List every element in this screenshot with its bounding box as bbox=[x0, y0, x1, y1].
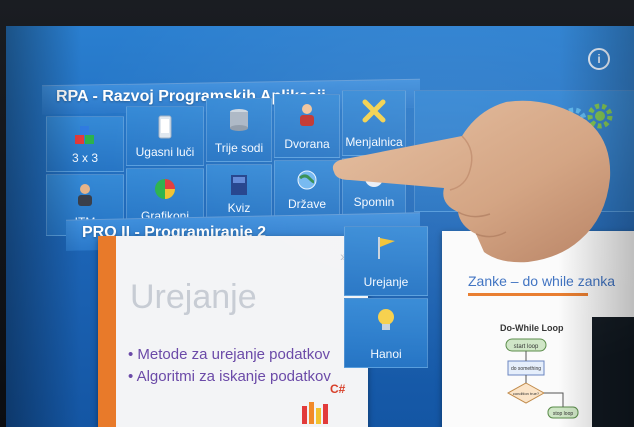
slide-accent-bar bbox=[98, 236, 116, 427]
book-icon bbox=[231, 175, 247, 195]
bulb-icon bbox=[378, 309, 394, 330]
tile-menjalnica[interactable]: Menjalnica bbox=[342, 90, 406, 156]
tile-3x3[interactable]: 3 x 3 bbox=[46, 116, 124, 172]
person-icon bbox=[78, 184, 92, 206]
slide-bullet-text: Metode za urejanje podatkov bbox=[137, 346, 331, 363]
tile-label: Ugasni luči bbox=[135, 145, 195, 159]
flag-icon bbox=[378, 237, 395, 259]
code-snippet-dark bbox=[592, 317, 634, 427]
tile-label: Trije sodi bbox=[214, 141, 264, 155]
tile-label: Kviz bbox=[227, 201, 251, 215]
tile-label: Dvorana bbox=[284, 137, 330, 151]
flowchart-diagram: start loop do something condition true? … bbox=[505, 338, 579, 419]
tile-trije-sodi[interactable]: Trije sodi bbox=[206, 98, 272, 162]
do-while-preview-slide[interactable]: Zanke – do while zanka Do-While Loop sta… bbox=[442, 231, 634, 427]
tile-label: 3 x 3 bbox=[71, 151, 98, 165]
phone-icon bbox=[158, 115, 172, 139]
barrels-icon bbox=[230, 109, 248, 131]
gear-icon bbox=[561, 107, 587, 133]
cubes-icon bbox=[75, 126, 94, 144]
gear-icon bbox=[587, 103, 613, 129]
info-icon: i bbox=[597, 52, 601, 66]
tile-kviz[interactable]: Kviz bbox=[206, 164, 272, 222]
touch-screen: i RPA - Razvoj Programskih Aplikacij 3 x… bbox=[6, 26, 634, 427]
flow-label: stop loop bbox=[553, 411, 574, 417]
cross-tools-icon bbox=[362, 99, 386, 123]
urejanje-preview-slide[interactable]: ››› Urejanje • Metode za urejanje podatk… bbox=[98, 236, 368, 427]
slide-bullet: • Metode za urejanje podatkov bbox=[128, 346, 331, 363]
pie-chart-icon bbox=[155, 179, 175, 199]
slide-bullet-text: Algoritmi za iskanje podatkov bbox=[136, 368, 331, 385]
person-icon bbox=[300, 104, 314, 126]
tile-label: Države bbox=[287, 197, 326, 211]
tile-label: Hanoi bbox=[370, 347, 402, 361]
memory-icon bbox=[365, 169, 383, 187]
tile-dvorana[interactable]: Dvorana bbox=[274, 94, 340, 158]
tile-label: Spomin bbox=[353, 195, 395, 209]
tile-ugasni-luci[interactable]: Ugasni luči bbox=[126, 106, 204, 166]
info-button[interactable]: i bbox=[588, 48, 610, 70]
slide-underline bbox=[468, 293, 588, 296]
tile-label: Menjalnica bbox=[345, 135, 403, 149]
tile-label: Urejanje bbox=[363, 275, 409, 289]
slide-bullet: • Algoritmi za iskanje podatkov bbox=[128, 368, 331, 385]
diagram-title: Do-While Loop bbox=[500, 323, 564, 333]
slide-heading: Urejanje bbox=[130, 278, 257, 316]
tile-drzave[interactable]: Države bbox=[274, 160, 340, 218]
flow-label: do something bbox=[511, 366, 541, 372]
flow-label: start loop bbox=[514, 344, 539, 350]
flow-label: condition true? bbox=[513, 391, 540, 396]
right-panel bbox=[414, 90, 634, 212]
slide-title: Zanke – do while zanka bbox=[468, 273, 616, 289]
tile-urejanje[interactable]: Urejanje bbox=[344, 226, 428, 296]
tile-hanoi[interactable]: Hanoi bbox=[344, 298, 428, 368]
tile-spomin[interactable]: Spomin bbox=[342, 158, 406, 216]
csharp-badge: C# bbox=[330, 382, 346, 396]
globe-icon bbox=[297, 170, 317, 190]
